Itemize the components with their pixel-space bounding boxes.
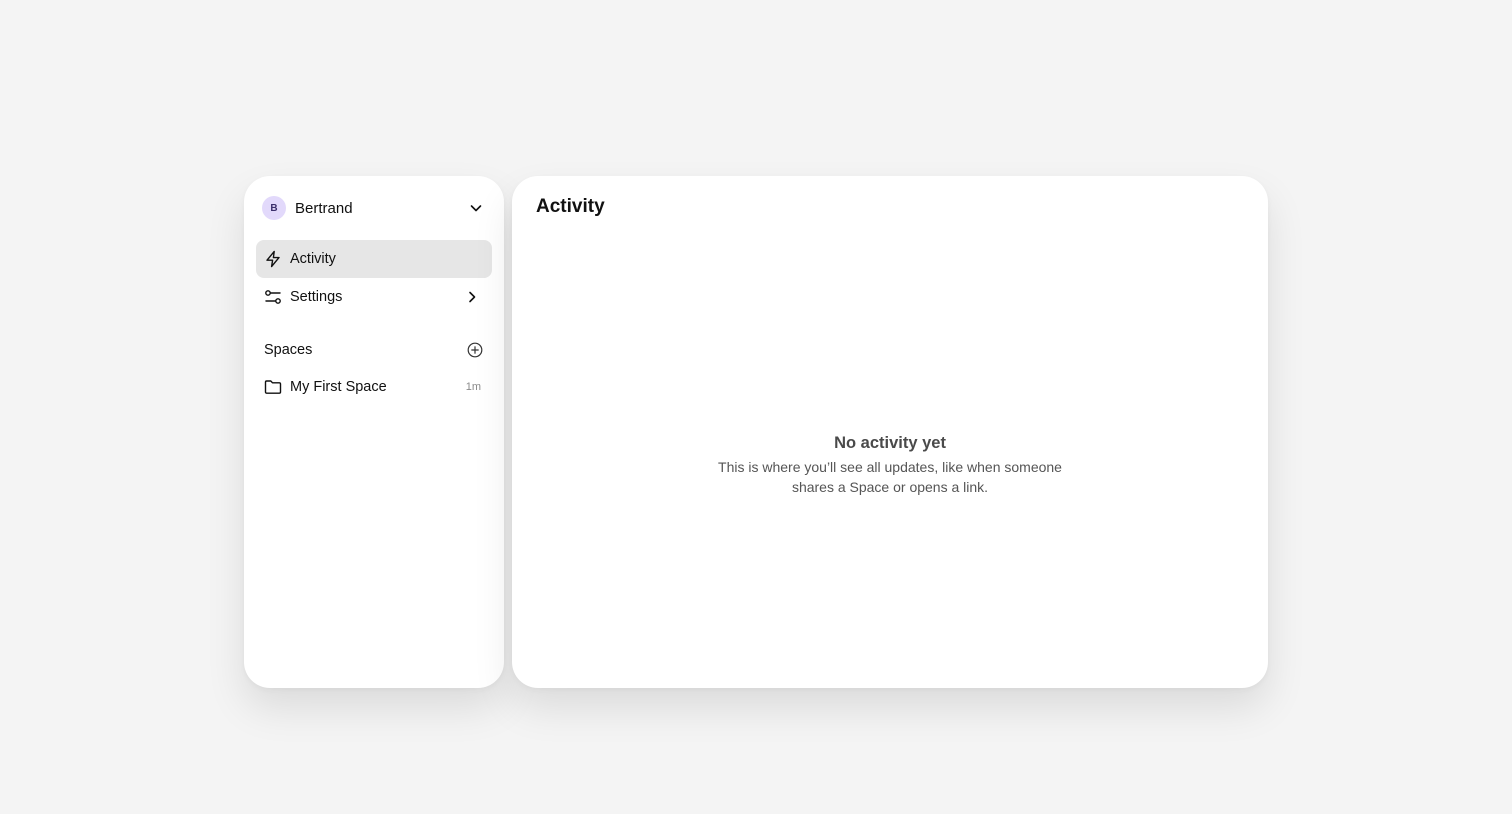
- folder-icon: [264, 378, 282, 396]
- sliders-icon: [264, 288, 282, 306]
- spaces-header: Spaces: [264, 339, 484, 361]
- app-stage: B Bertrand Activity Settings Spaces My F…: [0, 0, 1512, 814]
- empty-state-description: This is where you’ll see all updates, li…: [718, 459, 1062, 495]
- plus-circle-icon: [467, 342, 483, 358]
- page-title: Activity: [536, 196, 605, 217]
- spaces-title: Spaces: [264, 342, 313, 358]
- space-name: My First Space: [290, 379, 387, 395]
- chevron-right-icon: [464, 289, 480, 305]
- sidebar-item-label: Activity: [290, 251, 336, 267]
- avatar: B: [262, 196, 286, 220]
- space-updated-time: 1m: [465, 381, 481, 393]
- user-name: Bertrand: [295, 199, 353, 217]
- sidebar-item-label: Settings: [290, 289, 343, 305]
- chevron-down-icon[interactable]: [468, 200, 484, 216]
- sidebar: B Bertrand Activity Settings Spaces My F…: [244, 176, 504, 688]
- sidebar-item-settings[interactable]: Settings: [256, 278, 492, 316]
- space-item[interactable]: My First Space 1m: [264, 376, 484, 398]
- bolt-icon: [264, 250, 282, 268]
- sidebar-item-activity[interactable]: Activity: [256, 240, 492, 278]
- account-switcher[interactable]: B Bertrand: [262, 196, 486, 220]
- add-space-button[interactable]: [466, 341, 484, 359]
- empty-state-title: No activity yet: [834, 434, 946, 452]
- empty-state: No activity yet This is where you’ll see…: [512, 434, 1268, 497]
- main-panel: Activity No activity yet This is where y…: [512, 176, 1268, 688]
